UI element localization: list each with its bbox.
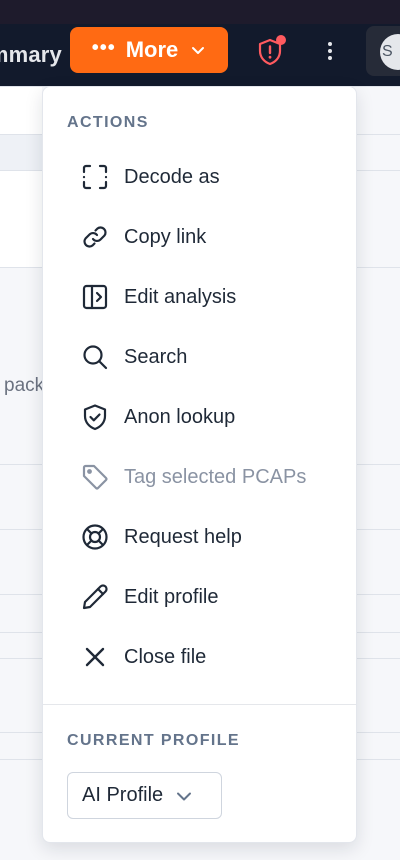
top-navigation-bar: Summary ••• More S bbox=[0, 24, 400, 86]
background-panel-header bbox=[0, 86, 42, 134]
menu-item-label: Edit analysis bbox=[124, 285, 237, 308]
menu-item-label: Edit profile bbox=[124, 585, 219, 608]
menu-item-edit-profile[interactable]: Edit profile bbox=[67, 569, 335, 625]
tag-icon bbox=[80, 462, 110, 492]
ellipsis-icon: ••• bbox=[91, 36, 116, 59]
more-menu-button[interactable]: ••• More bbox=[70, 27, 228, 73]
search-icon bbox=[80, 342, 110, 372]
link-icon bbox=[80, 222, 110, 252]
more-dropdown-menu: ACTIONS Decode as Copy link Edit analysi… bbox=[42, 86, 357, 843]
profile-select[interactable]: AI Profile bbox=[67, 772, 222, 819]
menu-item-close-file[interactable]: Close file bbox=[67, 629, 335, 685]
menu-item-copy-link[interactable]: Copy link bbox=[67, 209, 335, 265]
menu-item-edit-analysis[interactable]: Edit analysis bbox=[67, 269, 335, 325]
shield-check-icon bbox=[80, 402, 110, 432]
menu-item-label: Tag selected PCAPs bbox=[124, 465, 307, 488]
menu-item-search[interactable]: Search bbox=[67, 329, 335, 385]
menu-divider bbox=[43, 704, 356, 705]
menu-item-tag-selected-pcaps: Tag selected PCAPs bbox=[67, 449, 335, 505]
current-profile-section-title: CURRENT PROFILE bbox=[67, 732, 240, 749]
menu-item-label: Request help bbox=[124, 525, 242, 548]
chevron-down-icon bbox=[177, 792, 192, 800]
decode-icon bbox=[80, 162, 110, 192]
sidebar-panel-icon bbox=[80, 282, 110, 312]
menu-item-label: Search bbox=[124, 345, 188, 368]
chevron-down-icon bbox=[192, 47, 205, 54]
menu-item-label: Decode as bbox=[124, 165, 220, 188]
menu-item-label: Anon lookup bbox=[124, 405, 236, 428]
lifebuoy-icon bbox=[80, 522, 110, 552]
profile-select-value: AI Profile bbox=[82, 784, 164, 806]
security-alerts-button[interactable] bbox=[252, 34, 288, 70]
actions-section-title: ACTIONS bbox=[67, 114, 149, 131]
menu-item-label: Copy link bbox=[124, 225, 207, 248]
avatar: S bbox=[380, 34, 400, 70]
menu-item-decode-as[interactable]: Decode as bbox=[67, 149, 335, 205]
menu-item-anon-lookup[interactable]: Anon lookup bbox=[67, 389, 335, 445]
pencil-icon bbox=[80, 582, 110, 612]
background-panel-row bbox=[0, 170, 42, 267]
background-panel-strip bbox=[0, 134, 42, 170]
tab-summary[interactable]: Summary bbox=[0, 36, 62, 74]
background-text: packets bbox=[4, 375, 44, 396]
close-icon bbox=[80, 642, 110, 672]
user-menu[interactable]: S bbox=[366, 26, 400, 76]
menu-item-request-help[interactable]: Request help bbox=[67, 509, 335, 565]
window-top-strip bbox=[0, 0, 400, 24]
kebab-menu-icon[interactable] bbox=[316, 36, 344, 66]
more-button-label: More bbox=[125, 37, 179, 62]
notification-dot bbox=[276, 35, 286, 45]
menu-item-label: Close file bbox=[124, 645, 207, 668]
